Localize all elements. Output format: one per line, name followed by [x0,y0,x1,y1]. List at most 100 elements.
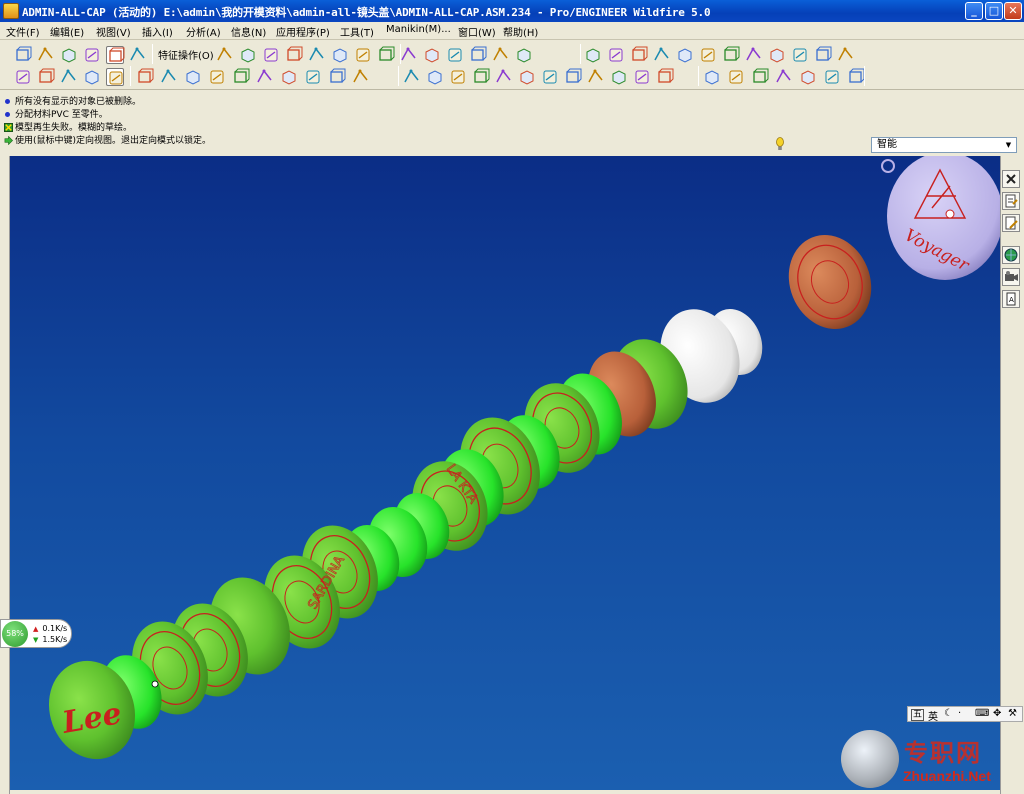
model-tree-icon[interactable] [653,46,671,64]
trim-icon[interactable] [610,68,628,86]
menu-help[interactable]: 帮助(H) [503,24,538,39]
sphere-icon[interactable] [232,68,250,86]
menu-info[interactable]: 信息(N) [231,24,266,39]
round-icon[interactable] [285,46,303,64]
component-icon[interactable] [280,68,298,86]
regenerate-icon[interactable] [14,46,32,64]
keyboard-icon[interactable]: ⌨ [975,708,989,719]
ime-language[interactable]: 英 [928,708,938,723]
cube-wireframe-icon[interactable] [37,46,55,64]
cube-shaded-icon[interactable] [106,46,125,64]
import-icon[interactable] [256,68,274,86]
cube-nohidden-icon[interactable] [83,46,101,64]
extrude-icon[interactable] [518,68,536,86]
datum-plane-icon[interactable] [14,68,32,86]
chamfer-icon[interactable] [587,68,605,86]
video-camera-icon[interactable] [1002,268,1020,286]
moon-icon[interactable]: ☾ [944,708,953,719]
insert-note-icon[interactable] [216,46,234,64]
curvature-icon[interactable] [722,46,740,64]
selection-filter-dropdown[interactable]: 智能 ▼ [871,137,1017,153]
move-icon[interactable]: ✥ [993,708,1001,719]
table-icon[interactable] [837,46,855,64]
wave-icon[interactable] [847,68,865,86]
mass-icon[interactable] [630,46,648,64]
merge-icon[interactable] [633,68,651,86]
plane-icon[interactable] [400,46,418,64]
menu-file[interactable]: 文件(F) [6,24,40,39]
menu-tools[interactable]: 工具(T) [340,24,374,39]
punctuation-icon[interactable]: · [958,708,961,719]
display-style-icon[interactable] [304,68,322,86]
ime-mode-icon[interactable]: 五 [911,709,925,721]
lightbulb-icon[interactable] [776,137,784,151]
notes-icon[interactable] [1002,192,1020,210]
flip-icon[interactable] [799,68,817,86]
menu-manikin[interactable]: Manikin(M)... [386,24,451,35]
layers-icon[interactable] [676,46,694,64]
surface-icon[interactable] [492,46,510,64]
variable-icon[interactable] [564,68,582,86]
copper-cap[interactable] [775,223,885,342]
constraint-icon[interactable] [751,68,769,86]
sketch-curve-icon[interactable] [239,46,257,64]
left-splitter[interactable] [0,156,10,794]
reorient-icon[interactable] [768,46,786,64]
datum-point-icon[interactable] [377,46,395,64]
datum-curve-icon[interactable] [262,46,280,64]
close-button[interactable]: ✕ [1004,2,1022,20]
rib-icon[interactable] [472,68,490,86]
color-icon[interactable] [745,46,763,64]
csys-icon[interactable] [446,46,464,64]
menu-window[interactable]: 窗口(W) [458,24,496,39]
minimize-button[interactable]: _ [965,2,983,20]
draft-icon[interactable] [469,46,487,64]
ime-toolbar[interactable]: 五 英 ☾ · ⌨ ✥ ⚒ [907,706,1023,723]
revolve-icon[interactable] [541,68,559,86]
repaint-icon[interactable] [352,68,370,86]
sweep-icon[interactable] [403,68,421,86]
wrench-icon[interactable]: ⚒ [1008,708,1017,719]
proe-app-icon[interactable] [3,3,19,19]
section-icon[interactable] [515,46,533,64]
sub-asm-icon[interactable] [727,68,745,86]
appearance-icon[interactable] [814,46,832,64]
copy-feature-icon[interactable] [308,46,326,64]
maximize-button[interactable]: □ [985,2,1003,20]
folder-icon[interactable] [184,68,202,86]
mirror-icon[interactable] [354,46,372,64]
cube-hidden-icon[interactable] [60,46,78,64]
pull-down-icon[interactable] [106,68,124,86]
chevron-down-icon[interactable]: ▼ [1002,139,1015,151]
menu-applications[interactable]: 应用程序(P) [276,24,330,39]
saved-view-icon[interactable] [129,46,147,64]
menu-view[interactable]: 视图(V) [96,24,131,39]
cut-icon[interactable] [823,68,841,86]
datum-point-on-icon[interactable] [60,68,78,86]
new-icon[interactable] [160,68,178,86]
assembly-icon[interactable] [208,68,226,86]
spin-icon[interactable] [791,46,809,64]
measure-icon[interactable] [607,46,625,64]
globe-icon[interactable] [1002,246,1020,264]
mold-icon[interactable] [775,68,793,86]
axis-icon[interactable] [423,46,441,64]
edit-icon[interactable] [699,46,717,64]
menu-insert[interactable]: 插入(I) [142,24,173,39]
zoom-icon[interactable] [328,68,346,86]
hole-icon[interactable] [495,68,513,86]
intersect-icon[interactable] [656,68,674,86]
close-window-icon[interactable] [1002,170,1020,188]
edit-notes-icon[interactable] [1002,214,1020,232]
datum-csys-icon[interactable] [83,68,101,86]
network-speed-widget[interactable]: 58% ▲ 0.1K/s ▼ 1.5K/s [0,619,72,648]
pattern-icon[interactable] [331,46,349,64]
graphics-window[interactable]: Lee SARDINA LA KTA Voyager [10,156,1000,790]
part-icon[interactable] [703,68,721,86]
text-window-icon[interactable]: A [1002,290,1020,308]
feature-operations-button[interactable]: 特征操作(O) [158,47,214,62]
blend-icon[interactable] [426,68,444,86]
datum-axis-icon[interactable] [37,68,55,86]
open-icon[interactable] [136,68,154,86]
menu-analysis[interactable]: 分析(A) [186,24,221,39]
